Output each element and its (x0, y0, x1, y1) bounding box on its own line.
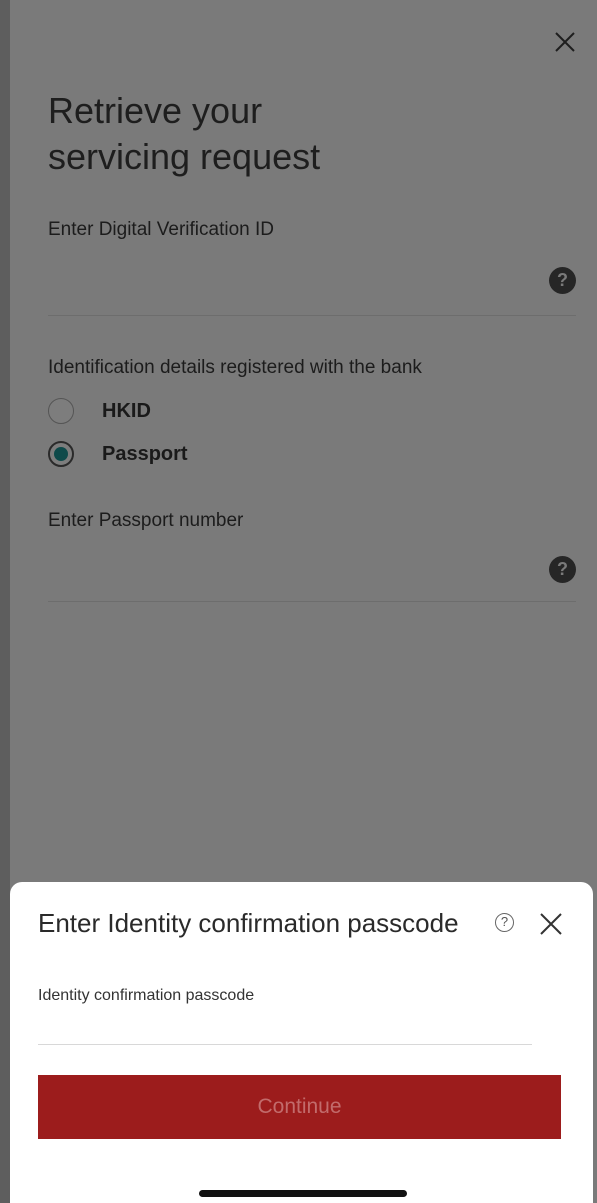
passcode-input[interactable] (38, 1010, 532, 1045)
sheet-title: Enter Identity confirmation passcode (38, 908, 459, 938)
passport-number-label: Enter Passport number (48, 510, 244, 531)
close-icon[interactable] (553, 30, 577, 54)
passcode-label: Identity confirmation passcode (38, 987, 255, 1004)
help-circle-icon[interactable]: ? (495, 913, 514, 932)
radio-option-hkid[interactable]: HKID (48, 396, 151, 426)
continue-button[interactable]: Continue (38, 1075, 561, 1139)
verification-id-label: Enter Digital Verification ID (48, 219, 274, 240)
radio-label-hkid: HKID (102, 399, 151, 422)
passcode-bottom-sheet: Enter Identity confirmation passcode ? I… (10, 882, 593, 1203)
home-indicator (199, 1190, 407, 1197)
radio-label-passport: Passport (102, 442, 188, 465)
page-title: Retrieve your servicing request (48, 90, 321, 177)
radio-unchecked-icon[interactable] (48, 398, 74, 424)
radio-checked-icon[interactable] (48, 441, 74, 467)
radio-option-passport[interactable]: Passport (48, 439, 188, 469)
passport-help-icon[interactable]: ? (549, 556, 576, 583)
id-details-label: Identification details registered with t… (48, 357, 422, 378)
close-icon[interactable] (538, 911, 564, 937)
verification-id-field-underline[interactable] (48, 315, 576, 316)
passport-field-underline[interactable] (48, 601, 576, 602)
verification-id-help-icon[interactable]: ? (549, 267, 576, 294)
